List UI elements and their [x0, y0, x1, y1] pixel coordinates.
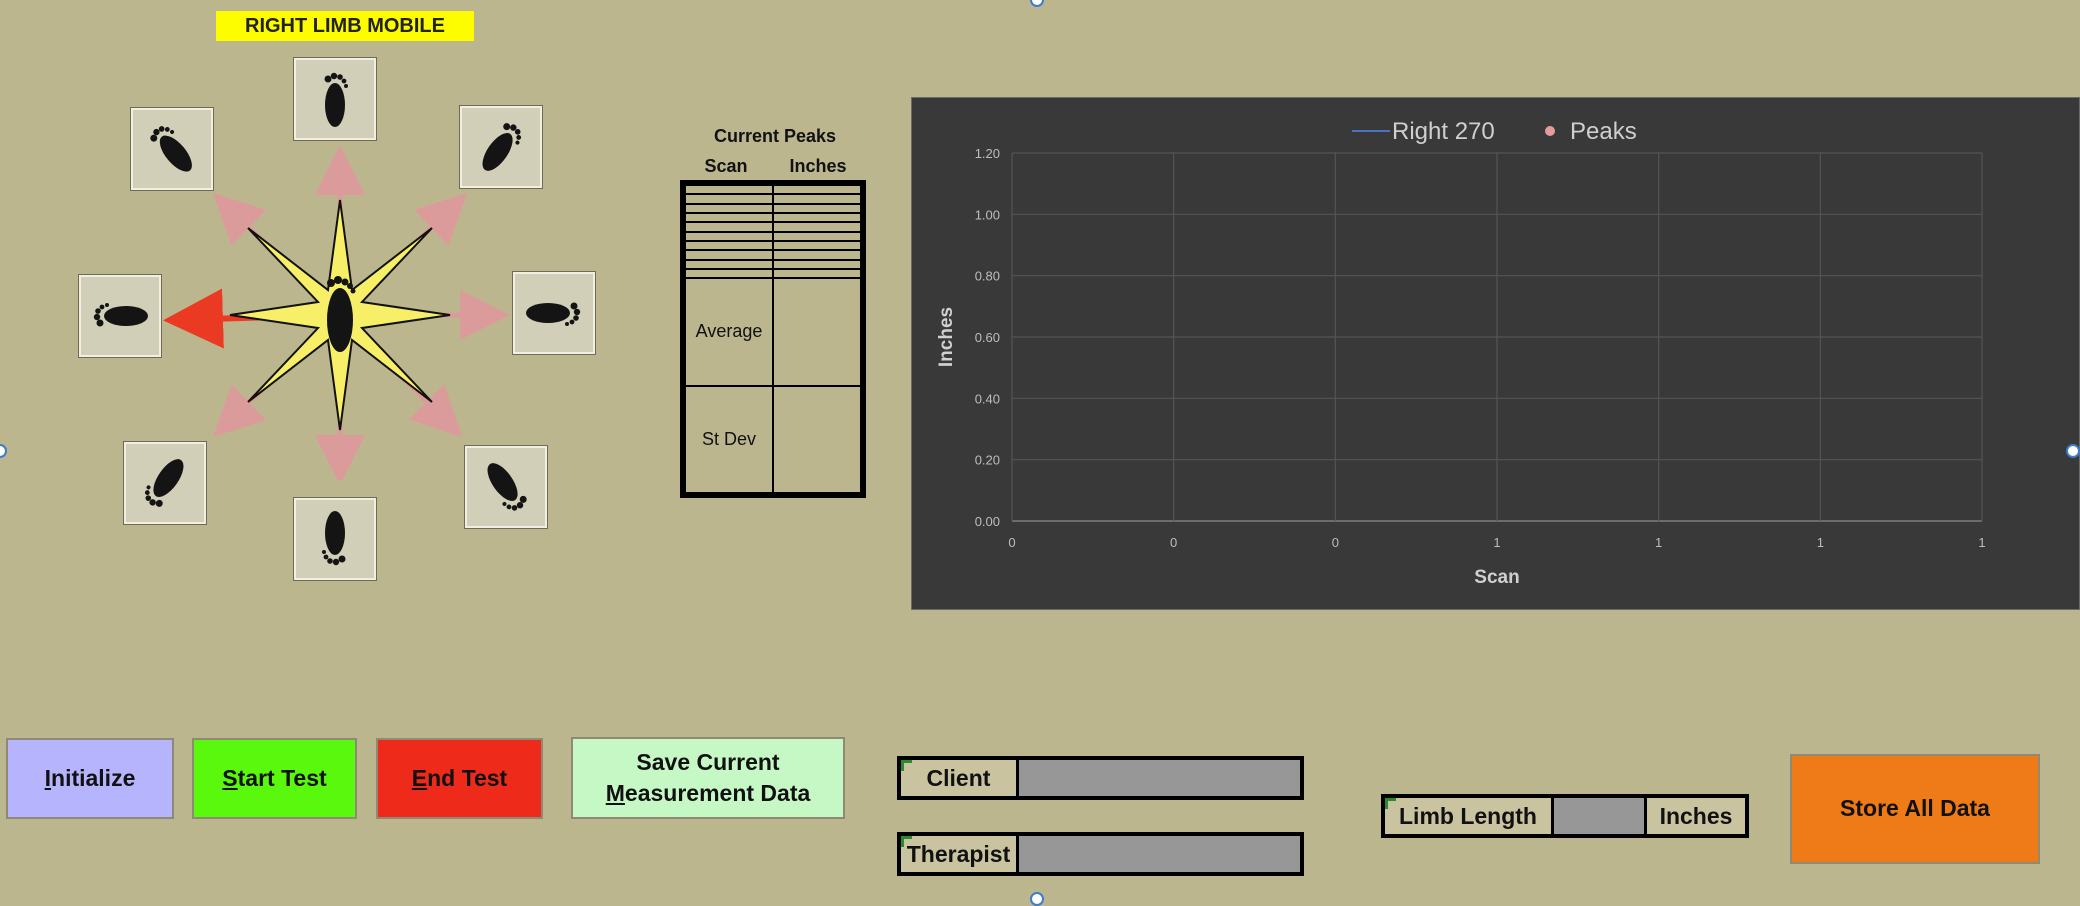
peak-scan-cell[interactable]	[684, 221, 774, 233]
foot-down-left-icon[interactable]	[123, 441, 207, 525]
peak-row	[684, 267, 862, 280]
y-tick-label: 0.20	[975, 453, 1000, 468]
peak-row	[684, 249, 862, 261]
y-tick-label: 1.20	[975, 146, 1000, 161]
peak-inches-cell[interactable]	[772, 239, 862, 252]
peak-scan-cell[interactable]	[684, 183, 774, 196]
peak-row	[684, 239, 862, 252]
save-label-line2: easurement Data	[624, 780, 811, 806]
x-tick-label: 1	[1655, 535, 1662, 550]
end-test-button[interactable]: End Test	[376, 738, 543, 819]
start-test-button[interactable]: Start Test	[192, 738, 357, 819]
limb-length-input[interactable]	[1554, 798, 1644, 834]
save-label-line1: Save Current	[636, 748, 780, 775]
direction-compass	[163, 145, 510, 480]
peak-inches-cell[interactable]	[772, 183, 862, 196]
resize-handle-left[interactable]	[0, 444, 7, 458]
average-value[interactable]	[772, 277, 862, 387]
end-label: nd Test	[427, 764, 508, 791]
therapist-input[interactable]	[1019, 836, 1300, 872]
client-label: Client	[901, 760, 1019, 796]
peaks-chart: 0.00 0.20 0.40 0.60 0.80 1.00 1.20 0 0 0 1 1 1 1 Scan I…	[936, 118, 1986, 588]
foot-up-icon[interactable]	[293, 57, 377, 141]
y-tick-label: 1.00	[975, 207, 1000, 222]
peak-inches-cell[interactable]	[772, 221, 862, 233]
resize-handle-top[interactable]	[1030, 0, 1044, 7]
stdev-label: St Dev	[684, 384, 774, 495]
test-mode-title: RIGHT LIMB MOBILE	[216, 11, 474, 41]
peak-scan-cell[interactable]	[684, 258, 774, 270]
peak-row	[684, 221, 862, 233]
cell-marker	[901, 760, 912, 771]
initialize-label: nitialize	[51, 764, 136, 791]
peak-inches-cell[interactable]	[772, 211, 862, 224]
x-tick-label: 0	[1170, 535, 1177, 550]
resize-handle-right[interactable]	[2066, 444, 2080, 458]
therapist-label: Therapist	[901, 836, 1019, 872]
peak-row	[684, 202, 862, 215]
initialize-button[interactable]: Initialize	[6, 738, 174, 819]
x-tick-label: 1	[1817, 535, 1824, 550]
foot-left-icon[interactable]	[78, 274, 162, 358]
foot-down-right-icon[interactable]	[464, 445, 548, 529]
y-axis-label: Inches	[936, 307, 957, 367]
peak-row	[684, 183, 862, 196]
end-hotkey: E	[411, 764, 428, 791]
foot-up-left-icon[interactable]	[130, 107, 214, 191]
x-tick-label: 0	[1332, 535, 1339, 550]
average-label: Average	[684, 277, 774, 387]
resize-handle-bottom[interactable]	[1030, 892, 1044, 906]
x-tick-label: 0	[1008, 535, 1015, 550]
peak-inches-cell[interactable]	[772, 202, 862, 215]
peaks-col-scan: Scan	[704, 156, 748, 176]
peaks-col-inches: Inches	[789, 156, 847, 176]
x-axis-label: Scan	[1474, 567, 1519, 588]
legend-dot-icon	[1545, 126, 1555, 136]
legend-series-peaks: Peaks	[1570, 118, 1637, 145]
therapist-field: Therapist	[897, 832, 1304, 876]
peak-row	[684, 211, 862, 224]
limb-length-field: Limb Length Inches	[1381, 794, 1749, 838]
peak-row	[684, 230, 862, 243]
peak-inches-cell[interactable]	[772, 230, 862, 243]
peak-scan-cell[interactable]	[684, 249, 774, 261]
peak-row	[684, 258, 862, 270]
peak-inches-cell[interactable]	[772, 267, 862, 280]
store-all-data-button[interactable]: Store All Data	[1790, 754, 2040, 864]
cell-marker	[1385, 798, 1396, 809]
client-input[interactable]	[1019, 760, 1300, 796]
peak-scan-cell[interactable]	[684, 267, 774, 280]
foot-right-icon[interactable]	[512, 271, 596, 355]
foot-down-icon[interactable]	[293, 497, 377, 581]
save-measurement-button[interactable]: Save Current Measurement Data	[571, 737, 845, 819]
peak-row	[684, 193, 862, 205]
limb-length-unit: Inches	[1644, 798, 1745, 834]
y-tick-label: 0.60	[975, 330, 1000, 345]
cell-marker	[901, 836, 912, 847]
y-tick-label: 0.80	[975, 269, 1000, 284]
y-tick-label: 0.00	[975, 514, 1000, 529]
peaks-title: Current Peaks	[713, 126, 837, 146]
peak-inches-cell[interactable]	[772, 258, 862, 270]
peak-inches-cell[interactable]	[772, 193, 862, 205]
limb-length-label: Limb Length	[1385, 798, 1554, 834]
client-field: Client	[897, 756, 1304, 800]
x-tick-label: 1	[1978, 535, 1985, 550]
save-hotkey: M	[605, 780, 625, 806]
y-tick-label: 0.40	[975, 391, 1000, 406]
peaks-table: Average St Dev	[680, 180, 866, 498]
stdev-value[interactable]	[772, 384, 862, 495]
start-hotkey: S	[222, 764, 238, 791]
peak-scan-cell[interactable]	[684, 193, 774, 205]
legend-series-right-270: Right 270	[1392, 118, 1495, 145]
peak-scan-cell[interactable]	[684, 202, 774, 215]
peak-scan-cell[interactable]	[684, 211, 774, 224]
chart-panel[interactable]: 0.00 0.20 0.40 0.60 0.80 1.00 1.20 0 0 0 1 1 1 1 Scan I…	[911, 97, 2080, 610]
foot-up-right-icon[interactable]	[459, 105, 543, 189]
x-tick-label: 1	[1493, 535, 1500, 550]
peak-inches-cell[interactable]	[772, 249, 862, 261]
start-label: tart Test	[237, 764, 327, 791]
peak-scan-cell[interactable]	[684, 239, 774, 252]
peak-scan-cell[interactable]	[684, 230, 774, 243]
